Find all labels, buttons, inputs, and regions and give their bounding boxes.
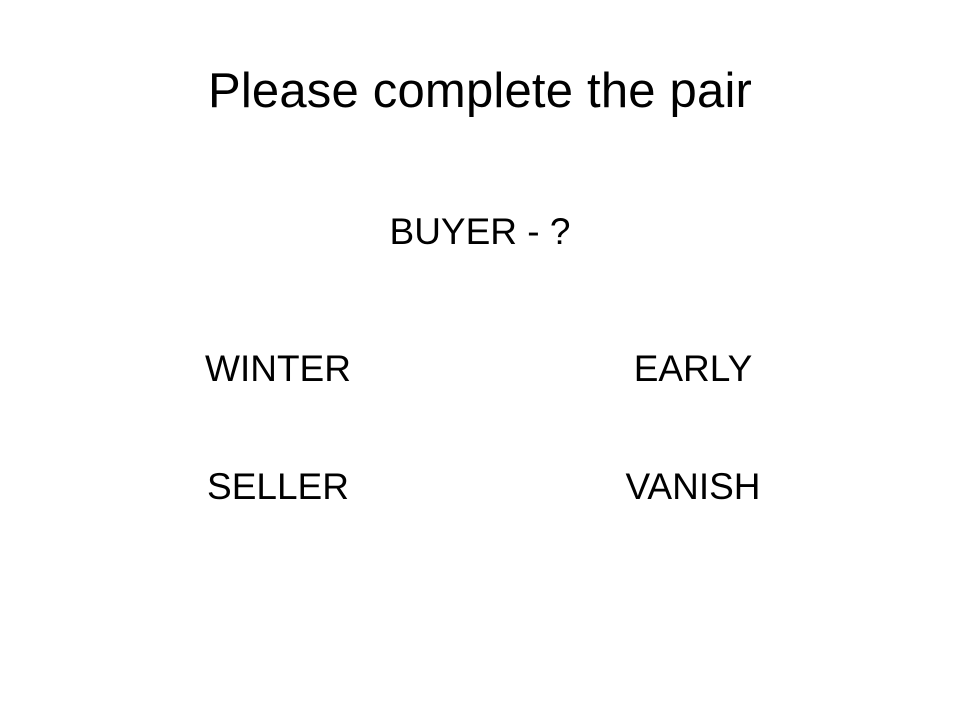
answer-option-early[interactable]: EARLY bbox=[563, 345, 823, 393]
answer-option-winter[interactable]: WINTER bbox=[148, 345, 408, 393]
answer-option-seller[interactable]: SELLER bbox=[148, 463, 408, 511]
answer-option-vanish[interactable]: VANISH bbox=[563, 463, 823, 511]
slide: Please complete the pair BUYER - ? WINTE… bbox=[0, 0, 960, 720]
answer-options: WINTER EARLY SELLER VANISH bbox=[0, 0, 960, 720]
